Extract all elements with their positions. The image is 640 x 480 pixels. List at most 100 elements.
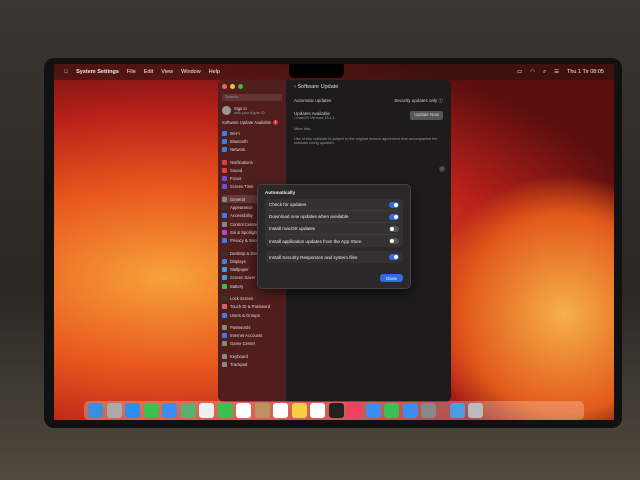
update-now-button[interactable]: Update Now — [410, 111, 443, 120]
toggle-row: Install macOS updates — [269, 223, 399, 235]
calendar-icon[interactable] — [236, 403, 251, 418]
sidebar-item-label: Touch ID & Password — [230, 304, 271, 310]
sidebar-item-game-center[interactable]: Game Center — [222, 340, 282, 348]
done-button[interactable]: Done — [380, 274, 403, 282]
settings-icon — [222, 159, 227, 165]
sidebar-item-users-groups[interactable]: Users & Groups — [222, 311, 282, 319]
settings-icon — [222, 304, 227, 310]
apple-id-signin[interactable]: Sign in with your Apple ID — [222, 106, 282, 115]
settings-icon — [222, 362, 227, 368]
sidebar-item-wi-fi[interactable]: Wi-Fi — [222, 129, 282, 137]
toggle-row-security: Install Security Responses and system fi… — [269, 251, 399, 263]
sidebar-item-network[interactable]: Network — [222, 146, 282, 154]
menu-window[interactable]: Window — [181, 69, 201, 75]
toggle-label: Install macOS updates — [269, 226, 316, 231]
screen:  System Settings File Edit View Window Help… — [54, 64, 614, 420]
toggle-label: Install application updates from the App… — [269, 238, 362, 244]
facetime-icon[interactable] — [217, 403, 233, 418]
settings-icon — [222, 333, 227, 339]
toggle-switch[interactable] — [389, 225, 399, 232]
sidebar-item-lock-screen[interactable]: Lock Screen — [222, 294, 282, 302]
control-center-icon[interactable]: ☰ — [554, 69, 559, 76]
camera-notch — [289, 64, 344, 78]
system-settings-icon[interactable] — [421, 403, 436, 418]
menu-edit[interactable]: Edit — [144, 69, 153, 75]
settings-icon — [222, 283, 227, 289]
keynote-icon[interactable] — [365, 403, 381, 418]
settings-icon — [222, 138, 227, 144]
music-icon[interactable] — [347, 403, 362, 418]
sidebar-item-sound[interactable]: Sound — [222, 166, 282, 174]
sidebar-item-label: Battery — [230, 283, 244, 289]
sidebar-item-keyboard[interactable]: Keyboard — [222, 352, 282, 360]
sidebar-item-label: Appearance — [230, 205, 253, 211]
sidebar-item-label: Game Center — [230, 341, 256, 347]
menu-view[interactable]: View — [161, 69, 173, 75]
numbers-icon[interactable] — [384, 403, 399, 418]
reminders-icon[interactable] — [273, 403, 288, 418]
app-store-icon[interactable] — [402, 403, 418, 418]
menu-help[interactable]: Help — [209, 69, 220, 75]
sidebar-item-label: Network — [230, 147, 246, 153]
apple-icon[interactable]:  — [64, 69, 68, 75]
update-badge: 1 — [273, 120, 279, 125]
sidebar-item-bluetooth[interactable]: Bluetooth — [222, 137, 282, 145]
mail-icon[interactable] — [162, 403, 177, 418]
toggle-switch[interactable] — [389, 201, 399, 208]
photos-icon[interactable] — [199, 403, 214, 418]
sidebar-item-label: Passwords — [230, 324, 251, 330]
sidebar-item-notifications[interactable]: Notifications — [222, 158, 282, 166]
search-icon[interactable]: ⌕ — [543, 69, 546, 76]
trash-icon[interactable] — [468, 403, 483, 418]
sidebar-item-software-update[interactable]: Software Update Available 1 — [222, 120, 282, 125]
security-toggle[interactable] — [389, 254, 399, 260]
help-button[interactable]: ? — [439, 166, 445, 172]
more-info-link[interactable]: More Info... — [294, 127, 443, 131]
sidebar-item-label: Keyboard — [230, 353, 248, 359]
safari-icon[interactable] — [125, 403, 140, 418]
sidebar-item-trackpad[interactable]: Trackpad — [222, 360, 282, 368]
automatic-updates-dialog: Automatically Check for updates Download … — [257, 184, 411, 289]
sidebar-item-touch-id-password[interactable]: Touch ID & Password — [222, 303, 282, 311]
clock[interactable]: Thu 1 Tir 08:05 — [567, 69, 604, 76]
dialog-heading: Automatically — [265, 190, 296, 195]
wifi-icon[interactable]: ◠ — [530, 69, 535, 76]
tv-icon[interactable] — [328, 403, 344, 418]
messages-icon[interactable] — [143, 403, 159, 418]
sidebar-item-label: Screen Saver — [230, 275, 256, 281]
sidebar-item-label: Wallpaper — [230, 267, 249, 273]
automatic-updates-label: Automatic updates — [294, 98, 332, 103]
zoom-button[interactable] — [238, 84, 243, 89]
page-title: ‹ Software Update — [294, 84, 339, 90]
sidebar-item-passwords[interactable]: Passwords — [222, 323, 282, 331]
maps-icon[interactable] — [180, 403, 196, 418]
toggle-switch[interactable] — [389, 238, 399, 244]
toggle-switch[interactable] — [389, 213, 399, 220]
menu-file[interactable]: File — [127, 69, 136, 75]
settings-icon — [222, 353, 227, 359]
sidebar-item-label: Notifications — [230, 159, 253, 165]
minimize-button[interactable] — [230, 84, 235, 89]
battery-icon[interactable]: ▭ — [517, 69, 522, 76]
menu-app-name[interactable]: System Settings — [76, 69, 119, 75]
finder-icon[interactable] — [88, 403, 103, 418]
contacts-icon[interactable] — [254, 403, 270, 418]
settings-icon — [222, 184, 227, 190]
settings-icon — [222, 167, 227, 173]
close-button[interactable] — [222, 84, 227, 89]
toggle-label: Install Security Responses and system fi… — [269, 254, 358, 260]
sidebar-item-label: Wi-Fi — [230, 130, 240, 136]
toggle-row: Download new updates when available — [269, 211, 399, 223]
notes-icon[interactable] — [291, 403, 307, 418]
search-input[interactable]: Search — [222, 94, 282, 101]
freeform-icon[interactable] — [310, 403, 325, 418]
sidebar-item-internet-accounts[interactable]: Internet Accounts — [222, 332, 282, 340]
update-label: Software Update Available — [222, 120, 272, 125]
sidebar-item-focus[interactable]: Focus — [222, 174, 282, 182]
settings-icon — [222, 147, 227, 153]
toggle-row: Check for updates — [269, 199, 399, 211]
automatic-updates-info-button[interactable]: Security updates only ⓘ — [394, 98, 443, 104]
downloads-icon[interactable] — [449, 403, 465, 418]
settings-icon — [222, 205, 227, 211]
launchpad-icon[interactable] — [106, 403, 122, 418]
